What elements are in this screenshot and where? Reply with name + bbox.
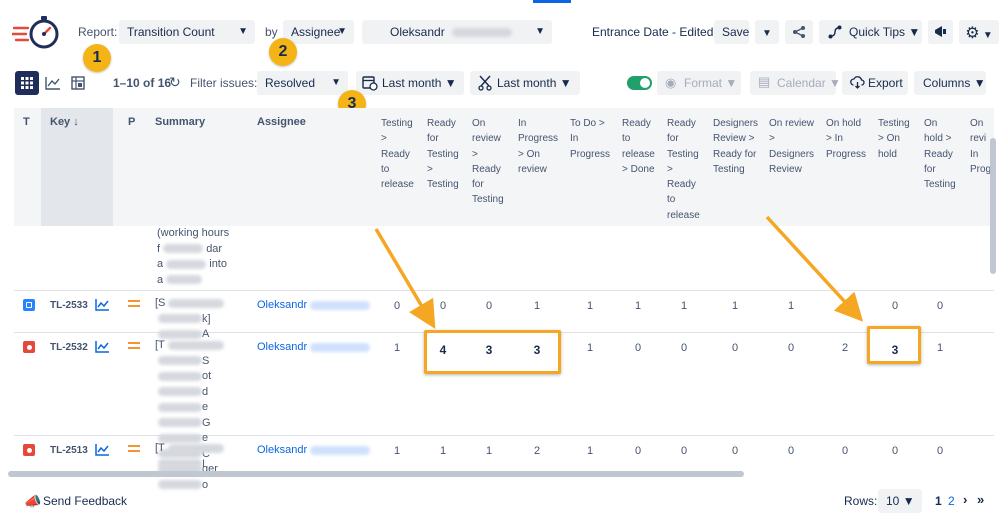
arrow-to-highlight-1 — [374, 228, 436, 330]
page-1-link[interactable]: 1 — [935, 494, 942, 508]
horizontal-scrollbar[interactable] — [8, 471, 744, 477]
next-page-icon[interactable]: › — [963, 492, 967, 507]
arrow-to-highlight-2 — [765, 215, 864, 322]
megaphone-icon: 📣 — [24, 493, 42, 509]
annotation-arrows — [374, 215, 864, 330]
send-feedback-link[interactable]: Send Feedback — [43, 494, 127, 508]
last-page-icon[interactable]: » — [977, 492, 984, 507]
vertical-scrollbar[interactable] — [990, 138, 996, 274]
rows-per-page-select[interactable]: 10 ▼ — [878, 489, 922, 513]
page-2-link[interactable]: 2 — [948, 494, 955, 508]
chevron-down-icon: ▼ — [902, 494, 915, 508]
rows-per-page-value: 10 — [886, 494, 900, 508]
rows-label: Rows: — [844, 494, 878, 508]
footer: 📣 Send Feedback Rows: 10 ▼ 1 2 › » — [0, 489, 999, 513]
